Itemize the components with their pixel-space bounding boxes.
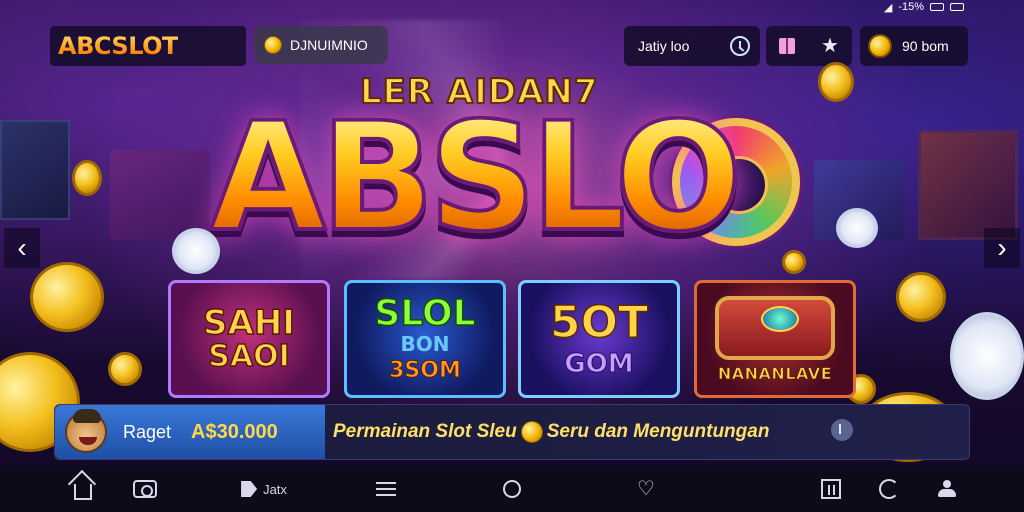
game-card-4[interactable]: NANANLAVE	[694, 280, 856, 398]
speaker-icon[interactable]	[831, 419, 853, 441]
people-icon	[937, 480, 957, 498]
home-icon	[74, 484, 92, 500]
game-title: SAHI	[202, 303, 295, 343]
carousel-prev-button[interactable]: ‹	[4, 228, 40, 268]
coins-button[interactable]: 90 bom	[860, 26, 968, 66]
promo-banner[interactable]: Raget A$30.000 Permainan Slot Sleu Seru …	[54, 404, 970, 460]
flag-icon	[241, 481, 258, 497]
bg-screen-left	[110, 150, 210, 240]
user-label: Jatiy loo	[638, 38, 690, 54]
nav-tab-2[interactable]: Jatx	[228, 466, 300, 512]
chevron-left-icon: ‹	[17, 232, 27, 263]
stats-icon	[821, 479, 841, 499]
bg-monitor-right	[918, 130, 1018, 240]
circle-icon	[503, 480, 521, 498]
game-subtitle: 3SOM	[389, 357, 462, 383]
star-icon[interactable]: ★	[821, 36, 839, 56]
nav-tab-2-label: Jatx	[263, 481, 287, 497]
coin-decoration	[108, 352, 142, 386]
game-title: SLOL	[374, 292, 477, 334]
coin-decoration	[818, 62, 854, 102]
refresh-icon	[879, 479, 899, 499]
treasure-chest-icon	[715, 296, 835, 360]
game-cards: SAHI SAOI SLOL BON 3SOM 5OT GOM NANANLAV…	[168, 280, 858, 398]
chevron-right-icon: ›	[997, 232, 1007, 263]
nav-home-circle[interactable]	[500, 466, 524, 512]
promo-prize: Raget A$30.000	[55, 405, 325, 459]
nav-menu[interactable]	[372, 466, 400, 512]
bg-monitor-left	[0, 120, 70, 220]
promo-marquee: Permainan Slot Sleu Seru dan Menguntunga…	[333, 421, 769, 443]
nav-refresh[interactable]	[876, 466, 902, 512]
promo-amount: A$30.000	[191, 420, 278, 443]
coin-decoration	[30, 262, 104, 332]
clock-icon[interactable]	[730, 36, 750, 56]
promo-label: Raget	[123, 421, 172, 442]
coin-decoration	[72, 160, 102, 196]
coin-decoration	[782, 250, 806, 274]
gift-icon[interactable]	[779, 38, 796, 54]
game-card-3[interactable]: 5OT GOM	[518, 280, 680, 398]
chip-decoration	[836, 208, 878, 248]
coin-icon	[264, 36, 282, 54]
chip-decoration	[172, 228, 220, 274]
battery-icon-2	[950, 3, 964, 11]
balance-label: DJNUIMNIO	[290, 37, 368, 53]
logo[interactable]: ABCSLOT	[50, 26, 246, 66]
balance-button[interactable]: DJNUIMNIO	[254, 26, 388, 64]
game-card-1[interactable]: SAHI SAOI	[168, 280, 330, 398]
nav-camera[interactable]	[128, 466, 162, 512]
promo-text-after: Seru dan Menguntungan	[546, 421, 770, 442]
nav-favorites[interactable]: ♡	[632, 466, 660, 512]
avatar	[65, 409, 107, 453]
coin-icon	[868, 34, 892, 58]
battery-text: -15%	[898, 1, 924, 13]
game-title: SAOI	[208, 339, 291, 374]
bottom-nav: Jatx ♡	[0, 466, 1024, 512]
logo-text: ABCSLOT	[58, 32, 178, 60]
game-title: NANANLAVE	[717, 364, 833, 383]
nav-stats[interactable]	[818, 466, 844, 512]
carousel-next-button[interactable]: ›	[984, 228, 1020, 268]
nav-profile[interactable]	[934, 466, 960, 512]
game-subtitle: GOM	[564, 349, 634, 379]
menu-icon	[376, 482, 396, 496]
action-icons: ★	[766, 26, 852, 66]
hero-title: ABSLO	[208, 91, 744, 265]
game-card-2[interactable]: SLOL BON 3SOM	[344, 280, 506, 398]
battery-icon	[930, 3, 944, 11]
chip-decoration	[950, 312, 1024, 400]
heart-icon: ♡	[637, 478, 655, 500]
status-bar: ◢ -15%	[884, 0, 964, 14]
coin-icon	[520, 421, 543, 443]
signal-icon: ◢	[883, 1, 893, 14]
camera-icon	[133, 480, 157, 498]
game-subtitle: BON	[400, 331, 450, 356]
nav-home[interactable]	[66, 466, 100, 512]
coins-label: 90 bom	[902, 38, 949, 54]
game-title: 5OT	[549, 297, 649, 348]
promo-text-before: Permainan Slot Sleu	[333, 421, 517, 442]
coin-decoration	[896, 272, 946, 322]
user-button[interactable]: Jatiy loo	[624, 26, 760, 66]
